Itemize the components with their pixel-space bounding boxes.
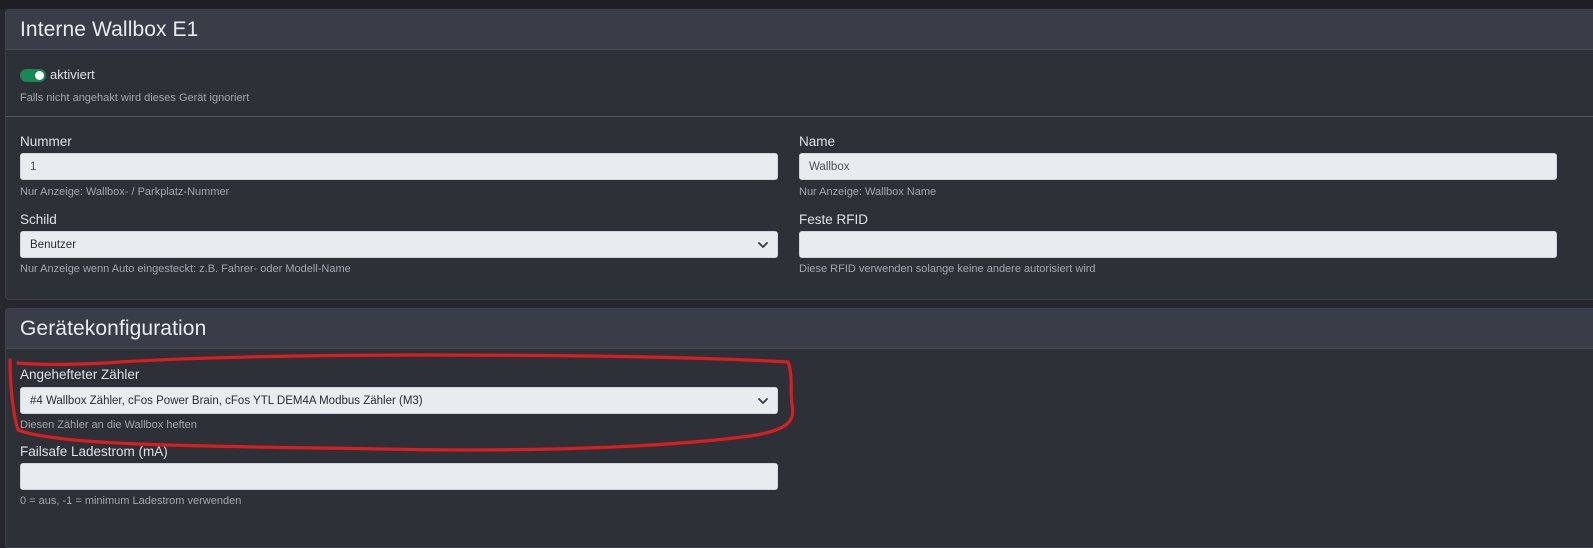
schild-hint: Nur Anzeige wenn Auto eingesteckt: z.B. …: [20, 263, 351, 275]
meter-select[interactable]: #4 Wallbox Zähler, cFos Power Brain, cFo…: [20, 387, 778, 414]
meter-hint: Diesen Zähler an die Wallbox heften: [20, 419, 197, 431]
nummer-label: Nummer: [20, 134, 72, 149]
failsafe-input[interactable]: [20, 463, 778, 490]
top-bar: [0, 0, 1593, 9]
rfid-input[interactable]: [799, 231, 1557, 258]
schild-label: Schild: [20, 212, 57, 227]
toggle-knob: [35, 71, 44, 80]
name-label: Name: [799, 134, 836, 149]
wallbox-card-header: Interne Wallbox E1: [6, 10, 1593, 50]
rfid-label: Feste RFID: [799, 212, 869, 227]
enabled-hint: Falls nicht angehakt wird dieses Gerät i…: [20, 92, 250, 104]
enabled-label: aktiviert: [50, 67, 95, 82]
device-config-card-header: Gerätekonfiguration: [6, 309, 1593, 349]
device-config-card-title: Gerätekonfiguration: [20, 316, 207, 340]
name-hint: Nur Anzeige: Wallbox Name: [799, 186, 937, 198]
meter-label: Angehefteter Zähler: [20, 367, 140, 382]
wallbox-card-title: Interne Wallbox E1: [20, 17, 199, 41]
enabled-toggle[interactable]: [20, 69, 46, 82]
nummer-hint: Nur Anzeige: Wallbox- / Parkplatz-Nummer: [20, 186, 230, 198]
meter-selected-value: #4 Wallbox Zähler, cFos Power Brain, cFo…: [30, 394, 423, 407]
schild-selected-value: Benutzer: [30, 238, 77, 251]
name-input[interactable]: Wallbox: [799, 153, 1557, 180]
section-divider: [6, 116, 1593, 117]
chevron-down-icon: [758, 398, 768, 404]
failsafe-label: Failsafe Ladestrom (mA): [20, 444, 168, 459]
failsafe-hint: 0 = aus, -1 = minimum Ladestrom verwende…: [20, 495, 242, 507]
device-config-card: Gerätekonfiguration: [5, 308, 1593, 548]
schild-select[interactable]: Benutzer: [20, 231, 778, 258]
chevron-down-icon: [758, 242, 768, 248]
rfid-hint: Diese RFID verwenden solange keine ander…: [799, 263, 1096, 275]
nummer-input[interactable]: 1: [20, 153, 778, 180]
